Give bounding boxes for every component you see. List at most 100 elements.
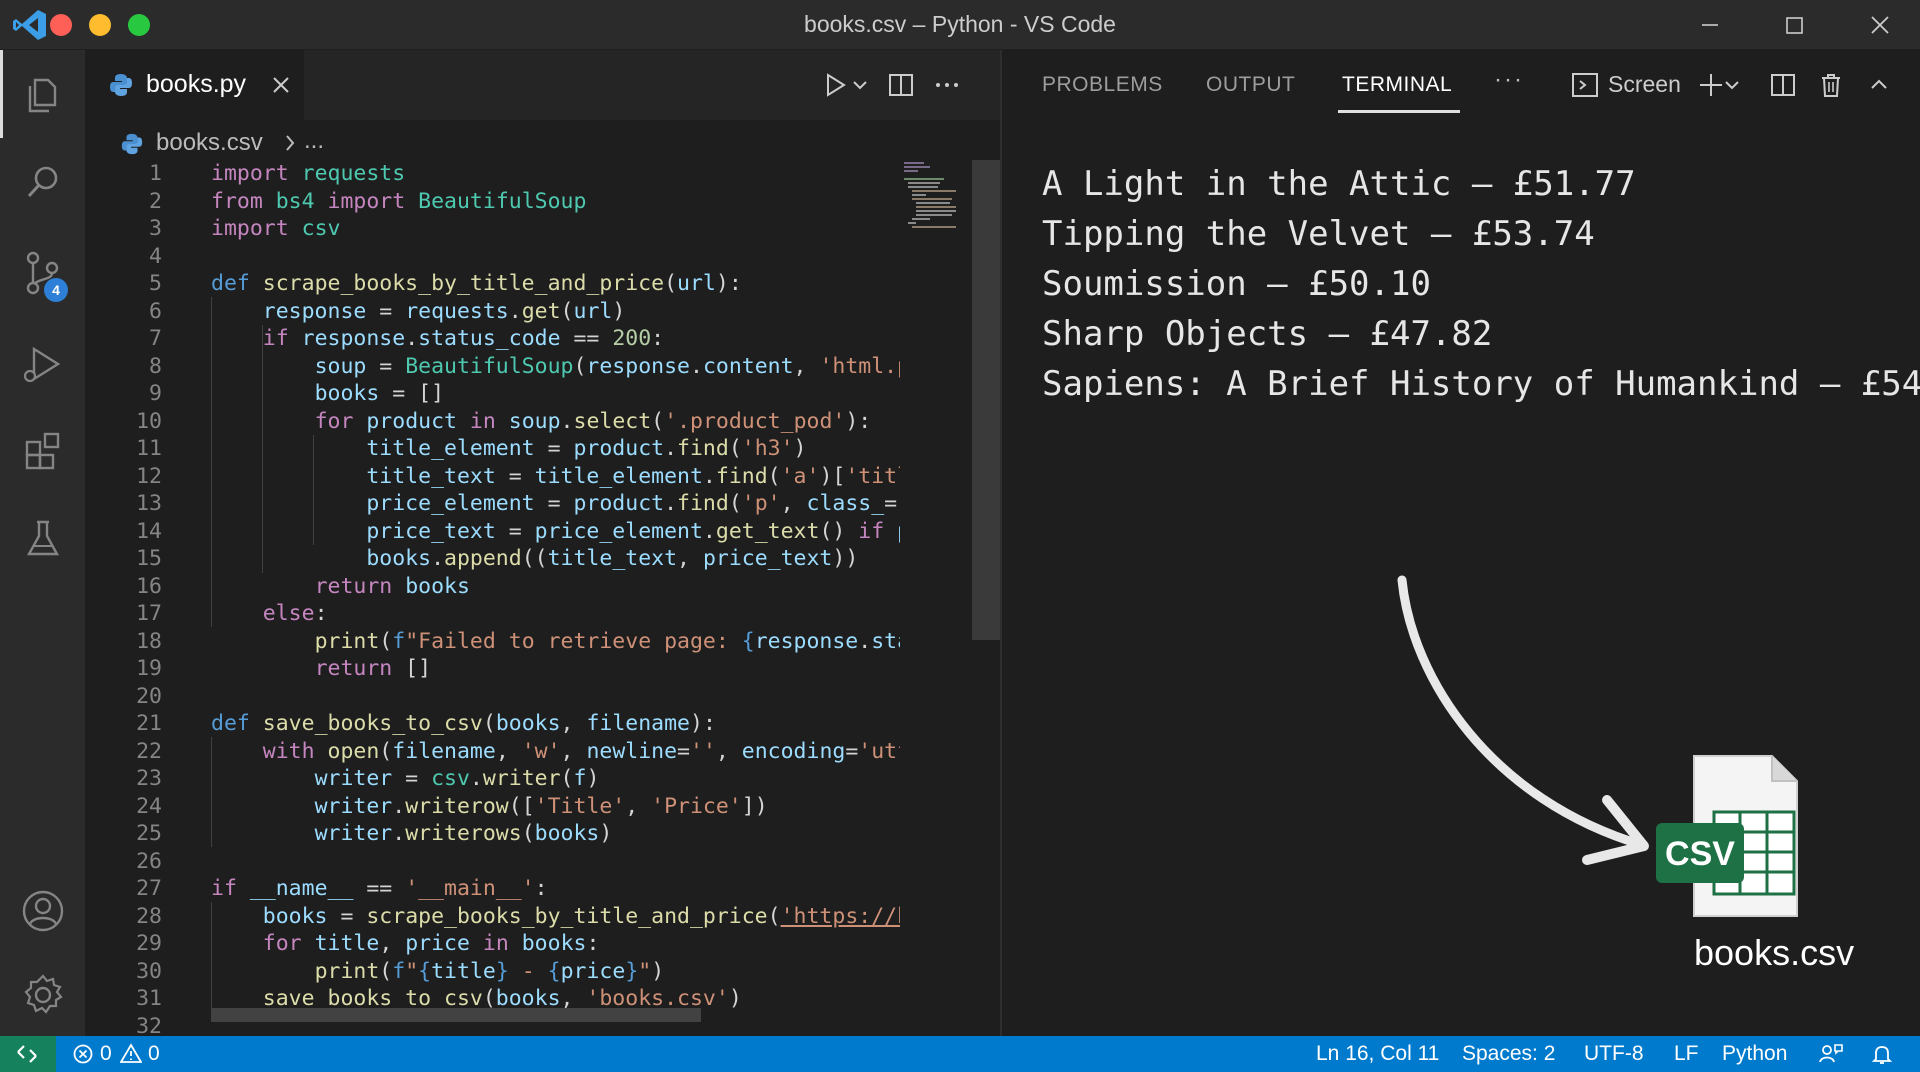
code-line[interactable]: 21 def save_books_to_csv(books, filename)… [86,710,900,738]
code-text: writer.writerow(['Title', 'Price']) [314,793,768,819]
line-number: 9 [149,381,162,406]
code-line[interactable]: 26 [86,848,900,876]
notifications-bell-icon[interactable] [1870,1042,1894,1066]
code-line[interactable]: 13 price_element = product.find('p', cla… [86,490,900,518]
more-actions-icon[interactable] [932,70,962,100]
vertical-scrollbar[interactable] [972,160,1000,640]
terminal-icon [1572,73,1598,97]
horizontal-scrollbar[interactable] [211,1008,701,1022]
split-editor-icon[interactable] [886,70,916,100]
code-line[interactable]: 20 [86,683,900,711]
code-line[interactable]: 14 price_text = price_element.get_text()… [86,518,900,546]
line-ending[interactable]: LF [1674,1042,1699,1066]
line-number: 14 [136,518,162,544]
explorer-icon[interactable] [18,70,68,120]
code-text: for product in soup.select('.product_pod… [314,408,872,434]
close-icon[interactable] [1860,8,1900,42]
code-text: return books [314,573,470,599]
code-text: response = requests.get(url) [262,298,626,324]
title-bar: books.csv – Python - VS Code [0,0,1920,50]
tab-terminal[interactable]: TERMINAL [1342,73,1452,97]
minimize-icon[interactable] [1690,8,1730,42]
code-line[interactable]: 11 title_element = product.find('h3') [86,435,900,463]
breadcrumb-file[interactable]: books.csv [156,129,263,157]
settings-gear-icon[interactable] [18,970,68,1020]
trash-icon[interactable] [1816,70,1846,100]
code-line[interactable]: 16 return books [86,573,900,601]
terminal-output-line: Soumission – £50.10 [1042,264,1431,304]
code-line[interactable]: 17 else: [86,600,900,628]
split-terminal-icon[interactable] [1768,70,1798,100]
tab-label: books.py [146,70,247,98]
remote-indicator[interactable] [0,1036,56,1072]
code-line[interactable]: 12 title_text = title_element.find('a')[… [86,463,900,491]
tab-books-py[interactable]: books.py [86,50,304,120]
line-number: 32 [136,1013,162,1037]
extensions-icon[interactable] [18,426,68,476]
code-line[interactable]: 24 writer.writerow(['Title', 'Price']) [86,793,900,821]
line-number: 25 [136,821,162,846]
cursor-position[interactable]: Ln 16, Col 11 [1316,1042,1439,1066]
code-line[interactable]: 23 writer = csv.writer(f) [86,765,900,793]
language-mode[interactable]: Python [1722,1042,1787,1066]
terminal-output-line: Tipping the Velvet – £53.74 [1042,214,1595,254]
search-icon[interactable] [18,158,68,208]
testing-icon[interactable] [18,514,68,564]
code-line[interactable]: 25 writer.writerows(books) [86,820,900,848]
maximize-icon[interactable] [1774,8,1814,42]
chevron-down-icon[interactable] [850,70,870,100]
chevron-up-icon[interactable] [1864,70,1894,100]
code-line[interactable]: 7 if response.status_code == 200: [86,325,900,353]
code-line[interactable]: 5 def scrape_books_by_title_and_price(url… [86,270,900,298]
code-line[interactable]: 27 if __name__ == '__main__': [86,875,900,903]
code-line[interactable]: 8 soup = BeautifulSoup(response.content,… [86,353,900,381]
tab-problems[interactable]: PROBLEMS [1042,73,1163,97]
encoding[interactable]: UTF-8 [1584,1042,1644,1066]
code-text: import csv [211,216,341,241]
code-line[interactable]: 10 for product in soup.select('.product_… [86,408,900,436]
code-line[interactable]: 4 [86,243,900,271]
line-number: 3 [149,216,162,241]
code-line[interactable]: 15 books.append((title_text, price_text)… [86,545,900,573]
code-editor[interactable]: 1 import requests 2 from bs4 import Beautif… [86,160,900,1036]
csv-file-icon: CSV [1656,755,1798,917]
code-line[interactable]: 3 import csv [86,215,900,243]
code-line[interactable]: 6 response = requests.get(url) [86,298,900,326]
warning-count[interactable]: 0 [148,1042,160,1066]
run-debug-icon[interactable] [18,340,68,390]
minimap[interactable] [902,160,960,232]
warning-icon[interactable] [120,1043,142,1065]
line-number: 29 [136,931,162,956]
breadcrumb-more[interactable]: ... [304,127,324,155]
line-number: 13 [136,491,162,516]
line-number: 2 [149,188,162,214]
line-number: 21 [136,711,162,736]
run-python-file-icon[interactable] [820,70,850,100]
code-line[interactable]: 28 books = scrape_books_by_title_and_pri… [86,903,900,931]
csv-icon-label: CSV [1665,835,1735,873]
code-line[interactable]: 22 with open(filename, 'w', newline='', … [86,738,900,766]
line-number: 5 [149,271,162,296]
tab-output[interactable]: OUTPUT [1206,73,1295,97]
code-line[interactable]: 9 books = [] [86,380,900,408]
indentation[interactable]: Spaces: 2 [1462,1042,1555,1066]
code-line[interactable]: 18 print(f"Failed to retrieve page: {res… [86,628,900,656]
code-line[interactable]: 29 for title, price in books: [86,930,900,958]
line-number: 28 [136,903,162,929]
activity-bar: 4 [0,50,86,1036]
panel-more-button[interactable]: ··· [1494,66,1524,94]
feedback-icon[interactable] [1818,1042,1844,1066]
code-line[interactable]: 2 from bs4 import BeautifulSoup [86,188,900,216]
code-text: soup = BeautifulSoup(response.content, '… [314,353,900,379]
active-tab-underline [1338,110,1460,113]
error-count[interactable]: 0 [100,1042,112,1066]
accounts-icon[interactable] [18,886,68,936]
code-line[interactable]: 1 import requests [86,160,900,188]
close-tab-icon[interactable] [270,74,292,96]
terminal-name[interactable]: Screen [1608,71,1681,98]
chevron-down-icon[interactable] [1722,70,1742,100]
error-icon[interactable] [72,1043,94,1065]
code-text: books.append((title_text, price_text)) [366,546,859,571]
code-line[interactable]: 19 return [] [86,655,900,683]
code-line[interactable]: 30 print(f"{title} - {price}") [86,958,900,986]
